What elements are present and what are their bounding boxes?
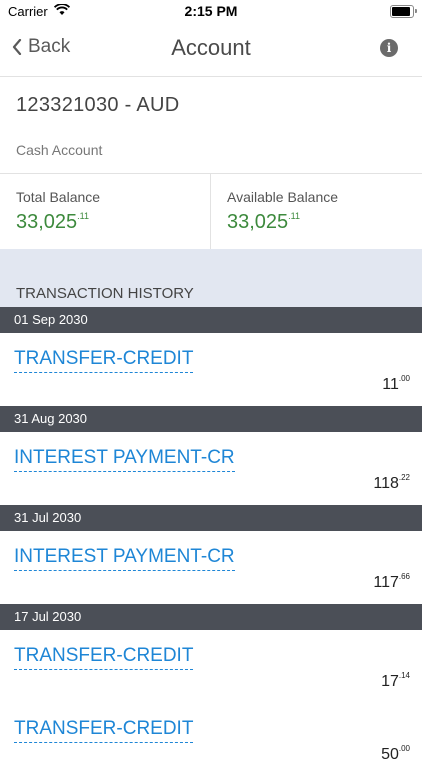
amount-cents: .14 — [398, 671, 410, 680]
account-number: 123321030 - AUD — [16, 94, 180, 116]
total-balance-whole: 33,025 — [16, 211, 78, 233]
date-header: 17 Jul 2030 — [0, 604, 422, 630]
transaction-list: 01 Sep 2030 TRANSFER-CREDIT 11.00 31 Aug… — [0, 307, 422, 776]
amount-cents: .00 — [398, 374, 410, 383]
transaction-name[interactable]: TRANSFER-CREDIT — [14, 645, 194, 670]
transaction-amount: 11.00 — [382, 374, 410, 394]
amount-whole: 50 — [381, 746, 399, 763]
transaction-amount: 17.14 — [381, 671, 410, 691]
amount-whole: 118 — [373, 475, 399, 492]
transaction-row[interactable]: TRANSFER-CREDIT 17.14 — [0, 630, 422, 703]
status-time: 2:15 PM — [184, 3, 238, 19]
transaction-history-header: TRANSACTION HISTORY — [0, 249, 422, 307]
account-type: Cash Account — [16, 142, 103, 158]
page-title: Account — [171, 35, 251, 60]
amount-cents: .00 — [398, 744, 410, 753]
transaction-row[interactable]: INTEREST PAYMENT-CR 118.22 — [0, 432, 422, 505]
available-balance-panel: Available Balance 33,025.11 — [211, 174, 422, 250]
balance-summary: Total Balance 33,025.11 Available Balanc… — [0, 173, 422, 250]
available-balance-label: Available Balance — [227, 189, 339, 205]
transaction-name[interactable]: TRANSFER-CREDIT — [14, 348, 194, 373]
amount-cents: .22 — [398, 473, 410, 482]
transaction-history-title: TRANSACTION HISTORY — [16, 285, 194, 302]
transaction-row[interactable]: TRANSFER-CREDIT 50.00 — [0, 703, 422, 776]
available-balance-whole: 33,025 — [227, 211, 289, 233]
date-header: 01 Sep 2030 — [0, 307, 422, 333]
navigation-bar: Back Account i — [0, 22, 422, 77]
total-balance-panel: Total Balance 33,025.11 — [0, 174, 211, 250]
battery-icon — [390, 5, 417, 18]
transaction-amount: 118.22 — [373, 473, 410, 493]
amount-whole: 117 — [373, 574, 399, 591]
date-header: 31 Jul 2030 — [0, 505, 422, 531]
available-balance-cents: .11 — [288, 211, 301, 221]
total-balance-label: Total Balance — [16, 189, 101, 205]
status-bar: Carrier 2:15 PM — [0, 0, 422, 22]
transaction-name[interactable]: INTEREST PAYMENT-CR — [14, 447, 235, 472]
transaction-amount: 117.66 — [373, 572, 410, 592]
transaction-name[interactable]: INTEREST PAYMENT-CR — [14, 546, 235, 571]
amount-whole: 11 — [382, 376, 399, 393]
total-balance-cents: .11 — [77, 211, 90, 221]
transaction-name[interactable]: TRANSFER-CREDIT — [14, 718, 194, 743]
transaction-amount: 50.00 — [381, 744, 410, 764]
amount-whole: 17 — [381, 673, 399, 690]
transaction-row[interactable]: TRANSFER-CREDIT 11.00 — [0, 333, 422, 406]
date-header: 31 Aug 2030 — [0, 406, 422, 432]
available-balance-value: 33,025.11 — [227, 211, 300, 234]
amount-cents: .66 — [398, 572, 410, 581]
transaction-row[interactable]: INTEREST PAYMENT-CR 117.66 — [0, 531, 422, 604]
total-balance-value: 33,025.11 — [16, 211, 89, 234]
info-icon[interactable]: i — [380, 39, 398, 57]
